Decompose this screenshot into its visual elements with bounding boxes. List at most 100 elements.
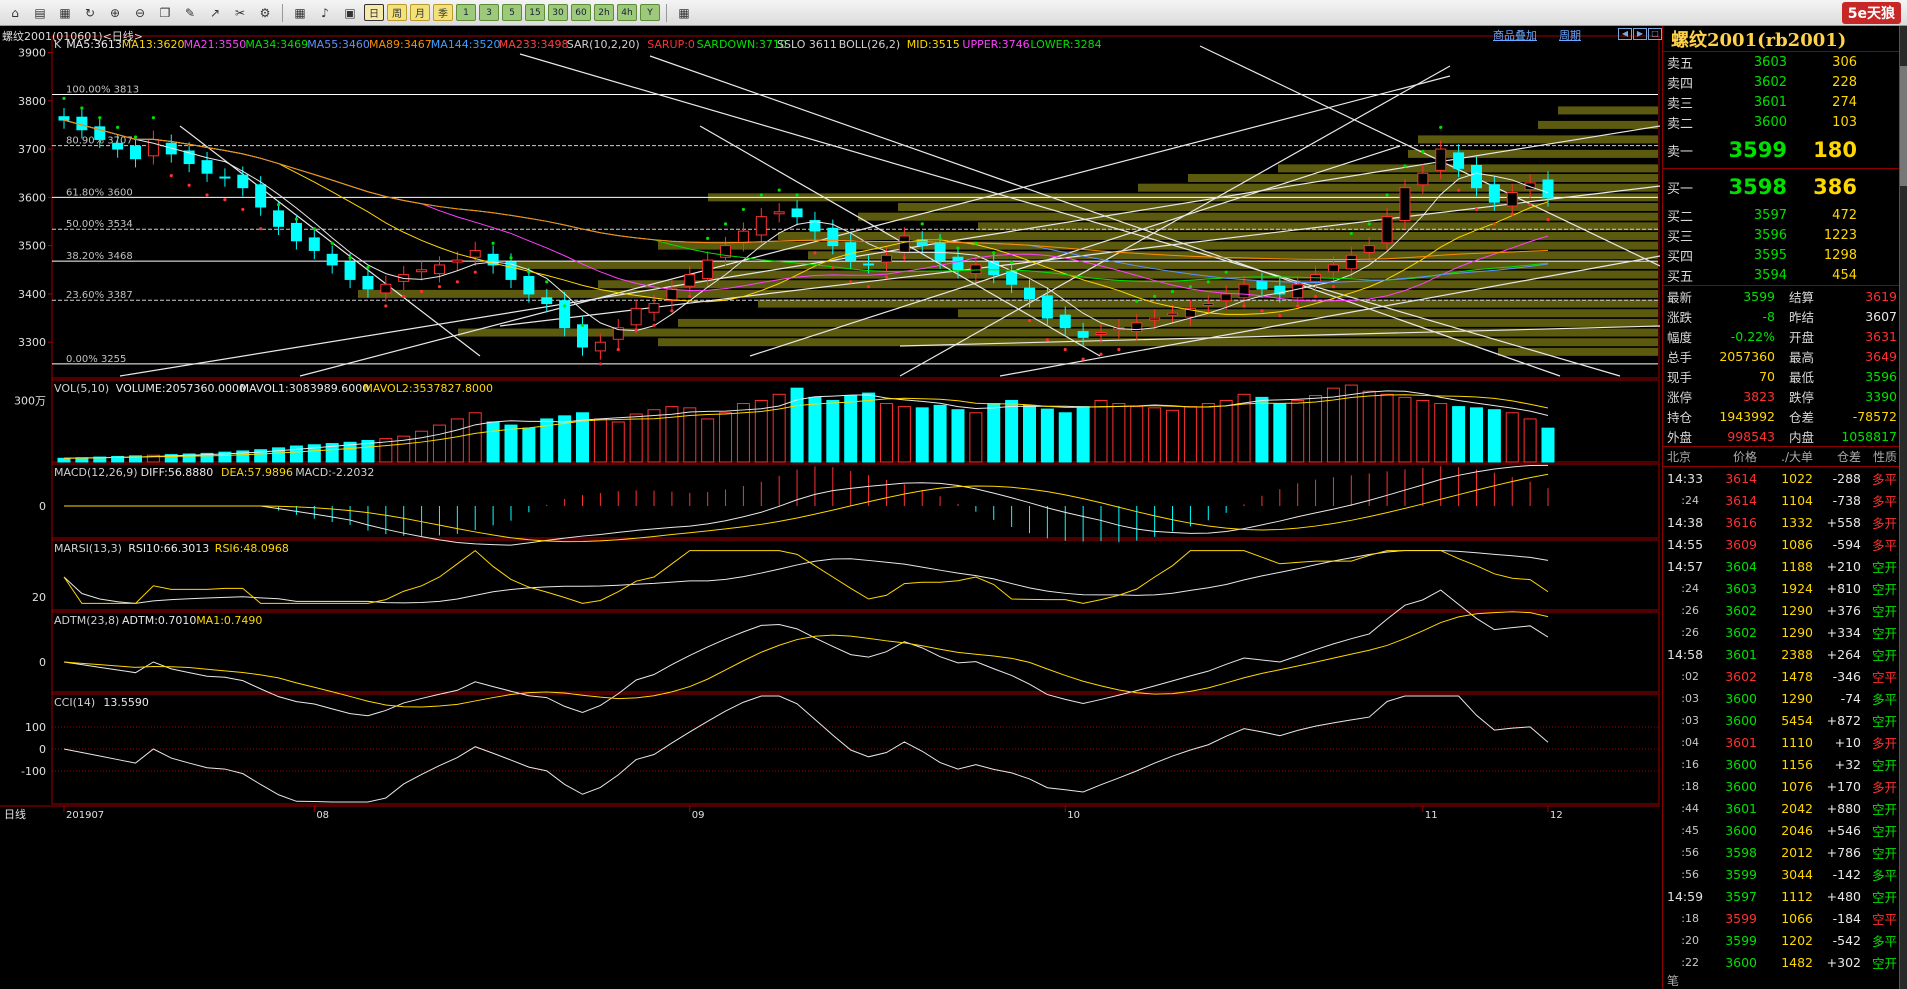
tick-row: :16 3600 1156 +32 空开	[1663, 753, 1899, 775]
candle-body	[648, 303, 660, 313]
tick-price: 3601	[1725, 800, 1757, 816]
tick-nature: 多平	[1871, 867, 1897, 883]
period-button-7[interactable]: 30	[548, 4, 568, 21]
period-button-8[interactable]: 60	[571, 4, 591, 21]
main-legend: K MA5:3613 MA13:3620 MA21:3550 MA34:3469 MA55…	[54, 38, 1102, 51]
tick-time: :02	[1681, 669, 1699, 683]
volume-bar	[611, 421, 625, 463]
quote-label: 最新	[1667, 289, 1693, 305]
quote-panel: 螺纹2001(rb2001) 卖五 3603 306 卖四 3602 228 卖三 3601 2…	[1662, 26, 1899, 989]
candle-body	[1202, 303, 1214, 307]
maximize-icon[interactable]: □	[1648, 28, 1662, 40]
calculator-icon[interactable]: ▦	[673, 3, 695, 23]
tick-icon[interactable]: ♪	[314, 3, 336, 23]
tick-list[interactable]: 14:33 3614 1022 -288 多平:24 3614 1104 -738 多平 14:3…	[1663, 467, 1899, 973]
date-tick-4: 11	[1425, 810, 1438, 821]
bid-price: 3596	[1753, 227, 1787, 243]
volume-bar	[1166, 409, 1180, 463]
fib-label-2: 61.80% 3600	[66, 187, 133, 198]
sar-dot	[1117, 347, 1121, 352]
sar-dot	[1385, 193, 1389, 197]
tick-volume: 1482	[1781, 954, 1813, 970]
volume-bar	[647, 409, 661, 463]
sar-dot	[598, 362, 602, 366]
candle-body	[791, 208, 803, 218]
period-button-11[interactable]: Y	[640, 4, 660, 21]
period-button-4[interactable]: 3	[479, 4, 499, 21]
sar-dot	[437, 285, 442, 289]
tick-volume: 1332	[1781, 514, 1813, 530]
volume-bar	[719, 412, 733, 463]
pen-icon[interactable]: ✎	[179, 3, 201, 23]
chart-area[interactable]: K MA5:3613 MA13:3620 MA21:3550 MA34:3469 MA55…	[0, 26, 1660, 989]
prev-window-icon[interactable]: ◀	[1618, 28, 1632, 40]
tick-time: 14:33	[1667, 470, 1704, 486]
period-button-0[interactable]: 周	[387, 4, 407, 21]
folder-icon[interactable]: ▤	[29, 3, 51, 23]
period-button-9[interactable]: 2h	[594, 4, 614, 21]
volume-bar	[289, 445, 303, 463]
period-button-1[interactable]: 月	[410, 4, 430, 21]
price-tick-0: 3900	[18, 46, 46, 59]
tick-time: :04	[1681, 735, 1699, 749]
volume-bar	[1255, 396, 1269, 463]
zoom-out-icon[interactable]: ⊖	[129, 3, 151, 23]
candle-body	[130, 145, 142, 160]
profile-bar	[1558, 106, 1658, 115]
refresh-icon[interactable]: ↻	[79, 3, 101, 23]
bid-volume: 472	[1832, 207, 1857, 223]
period-button-2[interactable]: 季	[433, 4, 453, 21]
date-tick-2: 09	[692, 810, 705, 821]
period-day-button[interactable]: 日	[364, 4, 384, 21]
volume-bar	[951, 409, 965, 463]
next-window-icon[interactable]: ▶	[1633, 28, 1647, 40]
window-icon[interactable]: ❐	[154, 3, 176, 23]
home-icon[interactable]: ⌂	[4, 3, 26, 23]
scrollbar-thumb[interactable]	[1900, 66, 1907, 186]
sar-dot	[366, 265, 370, 269]
bid-price: 3594	[1753, 267, 1787, 283]
scrollbar[interactable]	[1899, 26, 1907, 989]
period-button-6[interactable]: 15	[525, 4, 545, 21]
open-icon[interactable]: ▦	[54, 3, 76, 23]
sar-dot	[223, 198, 227, 202]
zoom-in-icon[interactable]: ⊕	[104, 3, 126, 23]
volume-bar	[1469, 407, 1483, 463]
volume-bar	[1380, 393, 1394, 463]
rsi-legend-item-2: RSI6:48.0968	[215, 542, 289, 555]
tick-oi-change: +880	[1826, 800, 1861, 816]
ticks-header-price: 价格	[1732, 450, 1757, 464]
bid-label: 买五	[1667, 269, 1694, 285]
period-icon[interactable]: ▣	[339, 3, 361, 23]
panel-title: 螺纹2001(rb2001)	[1663, 26, 1899, 52]
profile-bar	[358, 289, 1658, 298]
overlay-commodity-link[interactable]: 商品叠加	[1493, 27, 1537, 43]
ask-label: 卖二	[1667, 116, 1694, 132]
ask-volume: 180	[1813, 138, 1857, 162]
candle-body	[523, 276, 535, 295]
period-button-10[interactable]: 4h	[617, 4, 637, 21]
tick-oi-change: -594	[1832, 536, 1861, 552]
quote-value: 3596	[1865, 368, 1897, 384]
candle-body	[845, 242, 857, 261]
tool-icon[interactable]: ✂	[229, 3, 251, 23]
period-link[interactable]: 周期	[1559, 27, 1581, 43]
draw-icon[interactable]: ↗	[204, 3, 226, 23]
sar-dot	[1081, 357, 1085, 361]
table-icon[interactable]: ▦	[289, 3, 311, 23]
ask-label: 卖五	[1667, 56, 1694, 72]
sar-dot	[1099, 352, 1103, 356]
period-button-5[interactable]: 5	[502, 4, 522, 21]
period-button-3[interactable]: 1	[456, 4, 476, 21]
profile-bar	[1538, 120, 1658, 129]
tick-volume: 2046	[1781, 822, 1813, 838]
main-legend-item-3: MA21:3550	[184, 38, 247, 51]
ask-volume: 274	[1832, 94, 1857, 110]
candle-body	[630, 307, 642, 326]
tick-nature: 多开	[1871, 515, 1897, 531]
tick-time: :26	[1681, 603, 1699, 617]
indicator-icon[interactable]: ⚙	[254, 3, 276, 23]
quote-label: 持仓	[1667, 409, 1693, 425]
candle-body	[577, 324, 589, 348]
tick-oi-change: -288	[1832, 470, 1861, 486]
